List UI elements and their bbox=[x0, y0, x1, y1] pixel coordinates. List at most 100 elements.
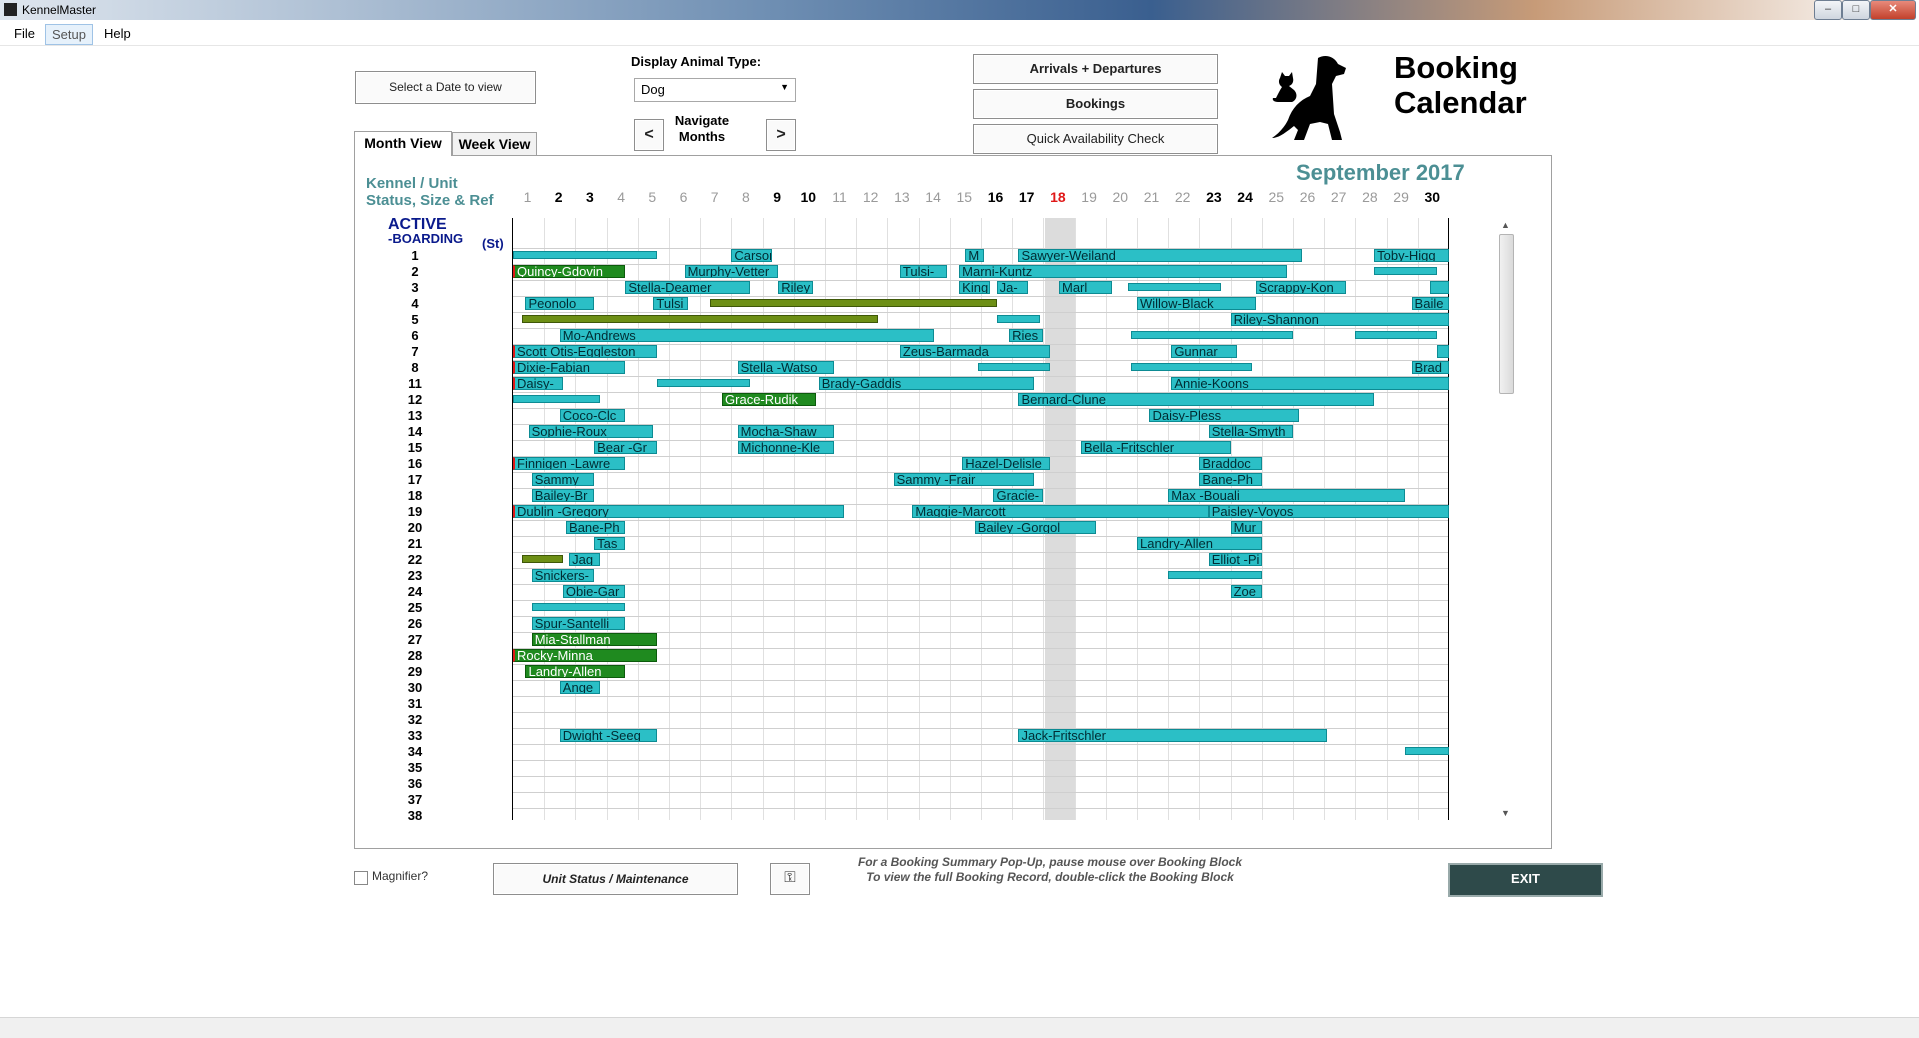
booking-block[interactable]: Willow-Black bbox=[1137, 297, 1256, 310]
booking-block[interactable]: Landry-Allen bbox=[525, 665, 626, 678]
booking-block[interactable]: Dublin -Gregory bbox=[513, 505, 844, 518]
booking-block[interactable]: Brady-Gaddis bbox=[818, 377, 1035, 390]
booking-block[interactable]: Elliot -Pi bbox=[1208, 553, 1262, 566]
animal-type-select[interactable]: Dog ▼ bbox=[634, 78, 796, 102]
unit-label[interactable]: 14 bbox=[395, 424, 435, 439]
unit-label[interactable]: 33 bbox=[395, 728, 435, 743]
booking-block[interactable] bbox=[709, 299, 997, 307]
menu-file[interactable]: File bbox=[8, 24, 41, 43]
booking-block[interactable]: Scrappy-Kon bbox=[1255, 281, 1347, 294]
select-date-button[interactable]: Select a Date to view bbox=[355, 71, 536, 104]
booking-block[interactable] bbox=[1405, 747, 1449, 755]
unit-label[interactable]: 27 bbox=[395, 632, 435, 647]
unit-label[interactable]: 38 bbox=[395, 808, 435, 823]
booking-block[interactable]: Bailey-Br bbox=[531, 489, 595, 502]
unit-label[interactable]: 30 bbox=[395, 680, 435, 695]
booking-block[interactable] bbox=[1430, 281, 1449, 294]
booking-block[interactable]: Stella -Watso bbox=[737, 361, 835, 374]
booking-block[interactable]: Obie-Gar bbox=[562, 585, 626, 598]
booking-block[interactable] bbox=[513, 395, 601, 403]
booking-block[interactable]: Tulsi- bbox=[899, 265, 947, 278]
unit-label[interactable]: 29 bbox=[395, 664, 435, 679]
close-button[interactable]: ✕ bbox=[1870, 0, 1916, 20]
unit-label[interactable]: 17 bbox=[395, 472, 435, 487]
booking-block[interactable]: Max -Bouali bbox=[1168, 489, 1406, 502]
booking-block[interactable]: Coco-Clc bbox=[559, 409, 626, 422]
scroll-up-icon[interactable]: ▲ bbox=[1501, 220, 1510, 230]
unit-label[interactable]: 5 bbox=[395, 312, 435, 327]
unit-label[interactable]: 22 bbox=[395, 552, 435, 567]
booking-block[interactable]: Annie-Koons bbox=[1171, 377, 1449, 390]
booking-block[interactable]: Mo-Andrews bbox=[559, 329, 935, 342]
menu-setup[interactable]: Setup bbox=[45, 24, 93, 45]
booking-block[interactable]: Zeus-Barmada bbox=[899, 345, 1050, 358]
scroll-thumb[interactable] bbox=[1499, 234, 1514, 394]
unit-label[interactable]: 18 bbox=[395, 488, 435, 503]
unit-label[interactable]: 3 bbox=[395, 280, 435, 295]
booking-block[interactable]: Ange bbox=[559, 681, 601, 694]
unit-label[interactable]: 11 bbox=[395, 376, 435, 391]
booking-block[interactable]: Jag bbox=[569, 553, 601, 566]
booking-block[interactable]: Daisy- bbox=[513, 377, 563, 390]
booking-block[interactable]: Toby-Higg bbox=[1374, 249, 1449, 262]
booking-block[interactable]: Carson- bbox=[731, 249, 772, 262]
booking-block[interactable]: Dwight -Seeg bbox=[559, 729, 657, 742]
booking-block[interactable] bbox=[996, 315, 1041, 323]
booking-block[interactable]: Tas bbox=[594, 537, 626, 550]
booking-block[interactable]: Sawyer-Weiland bbox=[1018, 249, 1303, 262]
booking-block[interactable]: Stella-Deamer bbox=[625, 281, 751, 294]
calendar-scrollbar[interactable]: ▲ ▼ bbox=[1497, 218, 1514, 820]
booking-block[interactable]: Daisy-Pless bbox=[1149, 409, 1300, 422]
unit-label[interactable]: 35 bbox=[395, 760, 435, 775]
unit-label[interactable]: 26 bbox=[395, 616, 435, 631]
booking-block[interactable]: Landry-Allen bbox=[1137, 537, 1262, 550]
unit-label[interactable]: 19 bbox=[395, 504, 435, 519]
booking-block[interactable] bbox=[522, 315, 879, 323]
booking-block[interactable]: Spur-Santelli bbox=[531, 617, 626, 630]
menu-help[interactable]: Help bbox=[98, 24, 137, 43]
booking-block[interactable]: Marni-Kuntz bbox=[959, 265, 1287, 278]
booking-block[interactable]: Bernard-Clune bbox=[1018, 393, 1375, 406]
booking-block[interactable]: Maggie-Marcott bbox=[912, 505, 1209, 518]
booking-block[interactable]: Brad bbox=[1411, 361, 1449, 374]
unit-label[interactable]: 36 bbox=[395, 776, 435, 791]
booking-block[interactable]: Bane-Ph bbox=[1199, 473, 1262, 486]
booking-block[interactable] bbox=[513, 251, 657, 259]
booking-block[interactable]: King bbox=[959, 281, 991, 294]
booking-block[interactable] bbox=[1130, 331, 1293, 339]
booking-block[interactable]: Paisley-Voyos bbox=[1208, 505, 1449, 518]
calendar-grid[interactable]: Carson- M Sawyer-Weiland Toby-Higg Quincy-Gd… bbox=[512, 218, 1449, 820]
prev-month-button[interactable]: < bbox=[634, 119, 664, 151]
unit-label[interactable]: 1 bbox=[395, 248, 435, 263]
tab-week-view[interactable]: Week View bbox=[452, 132, 537, 155]
booking-block[interactable]: Michonne-Kle bbox=[737, 441, 835, 454]
unit-label[interactable]: 12 bbox=[395, 392, 435, 407]
booking-block[interactable]: Zoe bbox=[1230, 585, 1262, 598]
unit-label[interactable]: 37 bbox=[395, 792, 435, 807]
arrivals-departures-button[interactable]: Arrivals + Departures bbox=[973, 54, 1218, 84]
booking-block[interactable]: Grace-Rudik bbox=[722, 393, 816, 406]
booking-block[interactable]: Hazel-Delisle bbox=[962, 457, 1050, 470]
booking-block[interactable] bbox=[1374, 267, 1437, 275]
maximize-button[interactable]: □ bbox=[1842, 0, 1870, 20]
unit-label[interactable]: 4 bbox=[395, 296, 435, 311]
unit-label[interactable]: 31 bbox=[395, 696, 435, 711]
booking-block[interactable]: Mia-Stallman bbox=[531, 633, 657, 646]
booking-block[interactable]: Sammy -Frair bbox=[893, 473, 1035, 486]
scroll-down-icon[interactable]: ▼ bbox=[1501, 808, 1510, 818]
quick-availability-button[interactable]: Quick Availability Check bbox=[973, 124, 1218, 154]
booking-block[interactable]: Bane-Ph bbox=[566, 521, 626, 534]
unit-label[interactable]: 2 bbox=[395, 264, 435, 279]
booking-block[interactable]: Sammy bbox=[531, 473, 595, 486]
unit-label[interactable]: 21 bbox=[395, 536, 435, 551]
booking-block[interactable] bbox=[1355, 331, 1437, 339]
exit-button[interactable]: EXIT bbox=[1448, 863, 1603, 897]
unit-label[interactable]: 16 bbox=[395, 456, 435, 471]
booking-block[interactable]: Snickers- bbox=[531, 569, 595, 582]
unit-label[interactable]: 23 bbox=[395, 568, 435, 583]
unit-label[interactable]: 13 bbox=[395, 408, 435, 423]
booking-block[interactable]: Dixie-Fabian bbox=[513, 361, 626, 374]
booking-block[interactable] bbox=[1436, 345, 1449, 358]
booking-block[interactable]: Peonolo bbox=[525, 297, 595, 310]
booking-block[interactable]: Quincy-Gdovin bbox=[513, 265, 626, 278]
